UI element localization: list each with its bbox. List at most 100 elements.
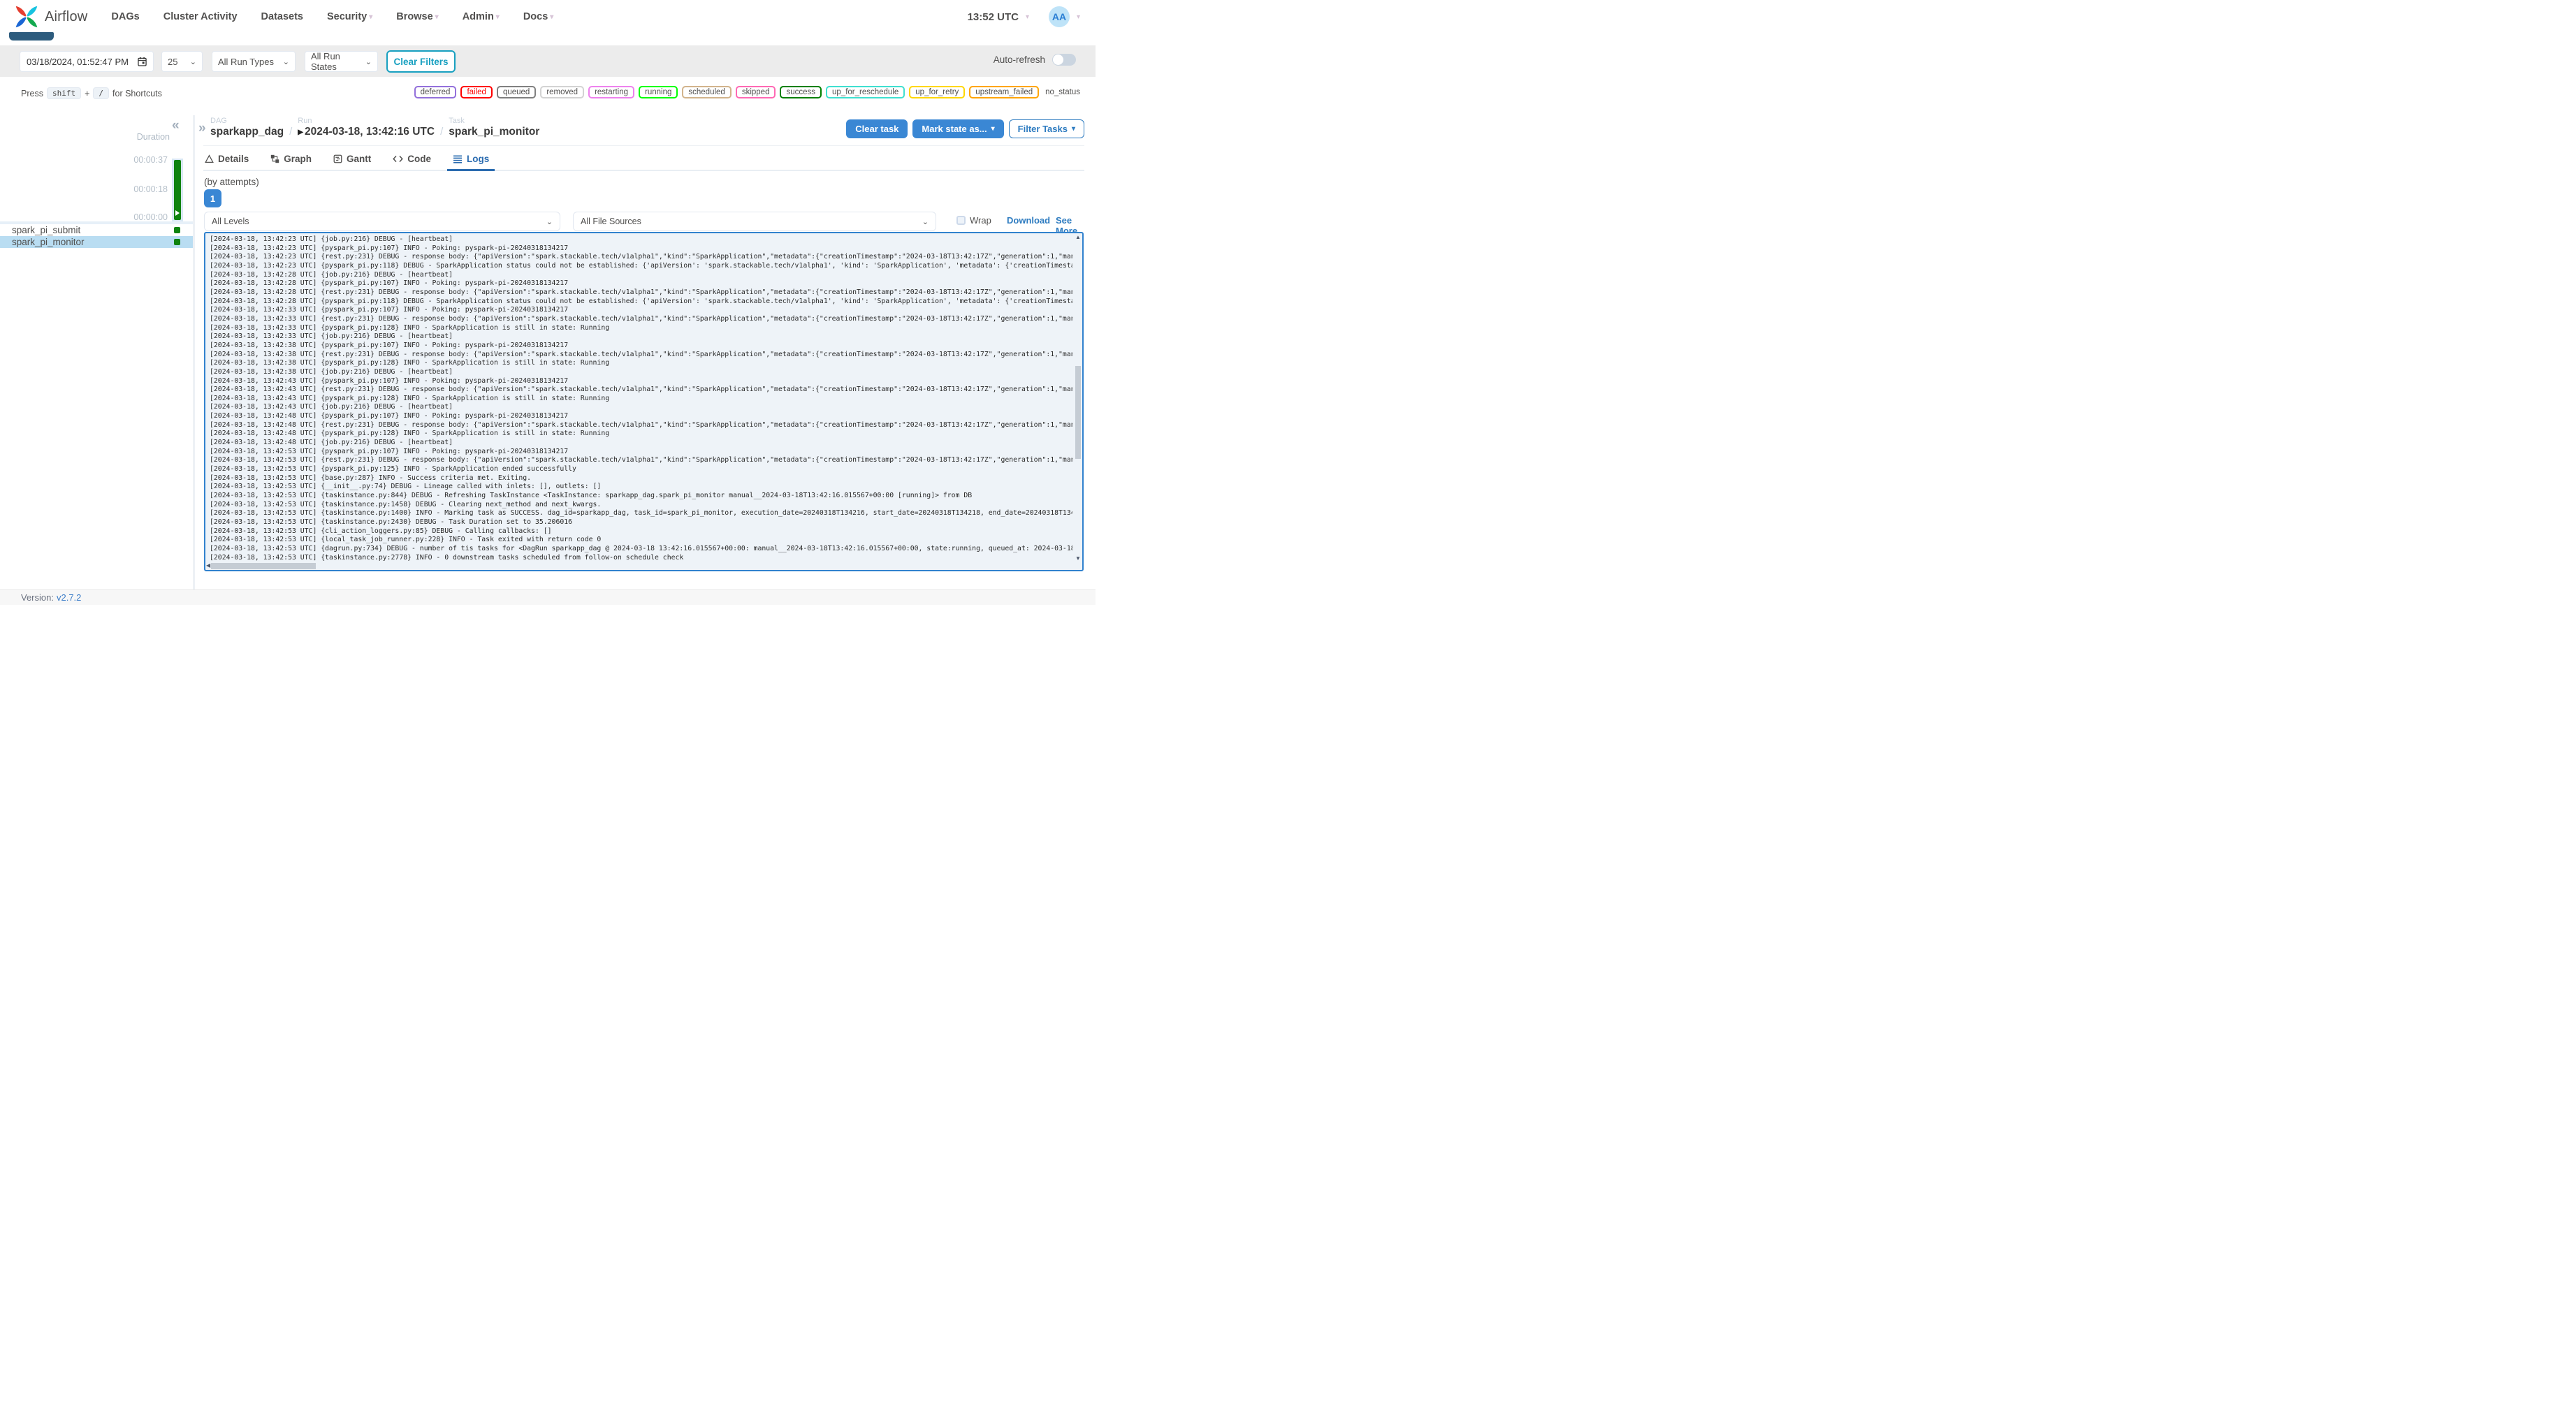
wrap-label: Wrap — [970, 215, 991, 226]
clock-display[interactable]: 13:52 UTC — [968, 11, 1019, 23]
download-link[interactable]: Download — [1007, 215, 1050, 226]
filter-tasks-button[interactable]: Filter Tasks ▾ — [1008, 119, 1084, 138]
airflow-brand[interactable]: Airflow — [14, 4, 87, 29]
state-badge-up_for_reschedule: up_for_reschedule — [826, 86, 905, 98]
caret-down-icon: ▾ — [550, 13, 554, 21]
tab-graph[interactable]: Graph — [269, 148, 313, 170]
nav-item-label: Datasets — [261, 11, 303, 22]
log-line: [2024-03-18, 13:42:48 UTC] {job.py:216} … — [210, 439, 453, 447]
state-badge-skipped: skipped — [735, 86, 776, 98]
mark-state-label: Mark state as... — [922, 124, 987, 134]
nav-item-label: Security — [327, 11, 368, 22]
nav-item-dags[interactable]: DAGs — [111, 11, 139, 22]
breadcrumb-run[interactable]: Run ▶ 2024-03-18, 13:42:16 UTC — [298, 117, 435, 138]
log-output-panel[interactable]: [2024-03-18, 13:42:23 UTC] {job.py:216} … — [204, 232, 1084, 571]
mark-state-button[interactable]: Mark state as... ▾ — [912, 119, 1004, 138]
caret-down-icon: ▾ — [369, 13, 373, 21]
chevron-down-icon: ⌄ — [922, 217, 929, 226]
vertical-scrollbar[interactable]: ▲ ▼ — [1074, 233, 1082, 562]
log-line: [2024-03-18, 13:42:53 UTC] {taskinstance… — [210, 553, 684, 562]
shortcut-prefix: Press — [21, 88, 43, 98]
nav-item-label: Cluster Activity — [163, 11, 238, 22]
vertical-scroll-thumb[interactable] — [1075, 366, 1081, 459]
chevron-down-icon: ⌄ — [282, 57, 289, 66]
nav-item-cluster-activity[interactable]: Cluster Activity — [163, 11, 238, 22]
tab-logs[interactable]: Logs — [447, 148, 495, 171]
log-line: [2024-03-18, 13:42:53 UTC] {cli_action_l… — [210, 527, 552, 535]
clear-filters-button[interactable]: Clear Filters — [386, 50, 456, 73]
details-icon — [205, 154, 214, 163]
collapse-sidebar-icon[interactable]: « — [172, 118, 180, 133]
scroll-left-icon[interactable]: ◀ — [206, 562, 210, 569]
plus-sign: + — [85, 88, 90, 98]
log-level-select[interactable]: All Levels ⌄ — [204, 212, 560, 231]
version-link[interactable]: v2.7.2 — [57, 592, 81, 603]
wrap-checkbox[interactable] — [956, 216, 966, 225]
nav-item-security[interactable]: Security ▾ — [327, 11, 372, 22]
shortcut-suffix: for Shortcuts — [112, 88, 162, 98]
log-line: [2024-03-18, 13:42:53 UTC] {taskinstance… — [210, 500, 602, 508]
attempt-1-button[interactable]: 1 — [204, 189, 221, 207]
filter-bar: 03/18/2024, 01:52:47 PM 25 ⌄ All Run Typ… — [0, 45, 1096, 77]
scrolled-header-button[interactable] — [9, 32, 54, 41]
log-line: [2024-03-18, 13:42:23 UTC] {pyspark_pi.p… — [210, 244, 569, 252]
breadcrumb-value-text: sparkapp_dag — [210, 126, 284, 138]
breadcrumb-task[interactable]: Task spark_pi_monitor — [449, 117, 539, 138]
log-line: [2024-03-18, 13:42:48 UTC] {pyspark_pi.p… — [210, 412, 569, 420]
brand-wordmark: Airflow — [45, 8, 88, 24]
caret-down-icon: ▾ — [1071, 125, 1075, 133]
run-play-icon: ▶ — [298, 128, 303, 136]
base-date-input[interactable]: 03/18/2024, 01:52:47 PM — [20, 51, 154, 72]
breadcrumb-value-text: 2024-03-18, 13:42:16 UTC — [304, 126, 435, 138]
scroll-down-icon[interactable]: ▼ — [1075, 555, 1081, 562]
toggle-knob — [1053, 54, 1063, 65]
nav-item-browse[interactable]: Browse ▾ — [396, 11, 438, 22]
auto-refresh-control: Auto-refresh — [994, 54, 1076, 66]
task-row-spark_pi_submit[interactable]: spark_pi_submit — [0, 224, 193, 236]
task-state-square[interactable] — [174, 239, 180, 245]
tab-code[interactable]: Code — [391, 148, 432, 170]
version-label: Version: — [21, 592, 54, 603]
clear-task-button[interactable]: Clear task — [846, 119, 908, 138]
log-line: [2024-03-18, 13:42:28 UTC] {pyspark_pi.p… — [210, 297, 1072, 305]
nav-item-docs[interactable]: Docs ▾ — [523, 11, 554, 22]
file-source-select[interactable]: All File Sources ⌄ — [573, 212, 936, 231]
user-avatar[interactable]: AA — [1048, 6, 1070, 27]
log-line: [2024-03-18, 13:42:38 UTC] {pyspark_pi.p… — [210, 341, 569, 349]
horizontal-scroll-thumb[interactable] — [211, 563, 316, 569]
state-badge-removed: removed — [540, 86, 585, 98]
auto-refresh-label: Auto-refresh — [993, 54, 1045, 65]
nav-right: 13:52 UTC ▾ AA ▾ — [968, 6, 1080, 27]
breadcrumb-value[interactable]: ▶ 2024-03-18, 13:42:16 UTC — [298, 126, 435, 138]
nav-item-label: Browse — [396, 11, 433, 22]
nav-item-datasets[interactable]: Datasets — [261, 11, 303, 22]
auto-refresh-toggle[interactable] — [1052, 54, 1076, 66]
log-line: [2024-03-18, 13:42:43 UTC] {job.py:216} … — [210, 403, 453, 411]
log-line: [2024-03-18, 13:42:23 UTC] {rest.py:231}… — [210, 253, 1072, 261]
task-row-spark_pi_monitor[interactable]: spark_pi_monitor — [0, 236, 193, 248]
log-lines: [2024-03-18, 13:42:23 UTC] {job.py:216} … — [210, 235, 1072, 562]
task-action-buttons: Clear task Mark state as... ▾ Filter Task… — [846, 119, 1084, 138]
tab-gantt[interactable]: Gantt — [332, 148, 372, 170]
log-line: [2024-03-18, 13:42:43 UTC] {pyspark_pi.p… — [210, 376, 569, 385]
log-level-value: All Levels — [212, 217, 249, 226]
page-size-select[interactable]: 25 ⌄ — [161, 51, 203, 72]
breadcrumb-dag[interactable]: DAG sparkapp_dag — [210, 117, 284, 138]
task-state-square[interactable] — [174, 227, 180, 233]
breadcrumb-value[interactable]: spark_pi_monitor — [449, 126, 539, 138]
horizontal-scrollbar[interactable]: ◀ — [205, 562, 1074, 570]
run-states-select[interactable]: All Run States ⌄ — [305, 51, 378, 72]
scroll-up-icon[interactable]: ▲ — [1075, 234, 1081, 240]
log-line: [2024-03-18, 13:42:53 UTC] {taskinstance… — [210, 509, 1072, 518]
run-types-select[interactable]: All Run Types ⌄ — [212, 51, 296, 72]
tab-label: Gantt — [347, 154, 372, 164]
expand-panel-icon[interactable]: » — [198, 121, 206, 136]
tab-label: Details — [218, 154, 249, 164]
attempts-label: (by attempts) — [204, 177, 259, 187]
log-line: [2024-03-18, 13:42:53 UTC] {rest.py:231}… — [210, 456, 1072, 464]
nav-item-admin[interactable]: Admin ▾ — [463, 11, 500, 22]
breadcrumb-value[interactable]: sparkapp_dag — [210, 126, 284, 138]
log-line: [2024-03-18, 13:42:53 UTC] {base.py:287}… — [210, 474, 532, 482]
tab-details[interactable]: Details — [203, 148, 250, 170]
log-line: [2024-03-18, 13:42:23 UTC] {job.py:216} … — [210, 235, 453, 243]
